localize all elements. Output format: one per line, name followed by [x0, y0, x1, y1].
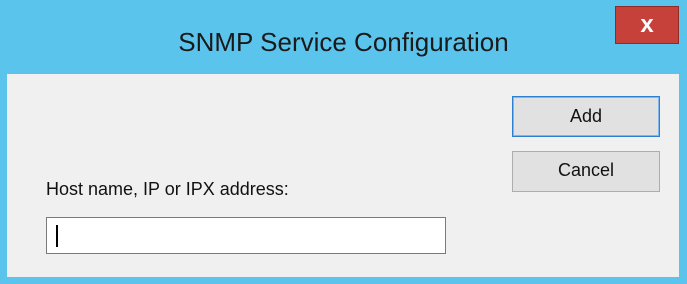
- text-caret: [56, 225, 58, 247]
- dialog-window: SNMP Service Configuration x Add Cancel …: [0, 0, 687, 284]
- host-field-label: Host name, IP or IPX address:: [46, 179, 289, 199]
- close-icon: x: [640, 11, 654, 38]
- close-button[interactable]: x: [615, 6, 679, 44]
- title-bar[interactable]: SNMP Service Configuration x: [0, 0, 687, 74]
- dialog-body: Add Cancel Host name, IP or IPX address:: [7, 74, 679, 277]
- cancel-button[interactable]: Cancel: [512, 151, 660, 192]
- host-address-input[interactable]: [46, 217, 446, 254]
- add-button[interactable]: Add: [512, 96, 660, 137]
- window-title: SNMP Service Configuration: [178, 27, 509, 57]
